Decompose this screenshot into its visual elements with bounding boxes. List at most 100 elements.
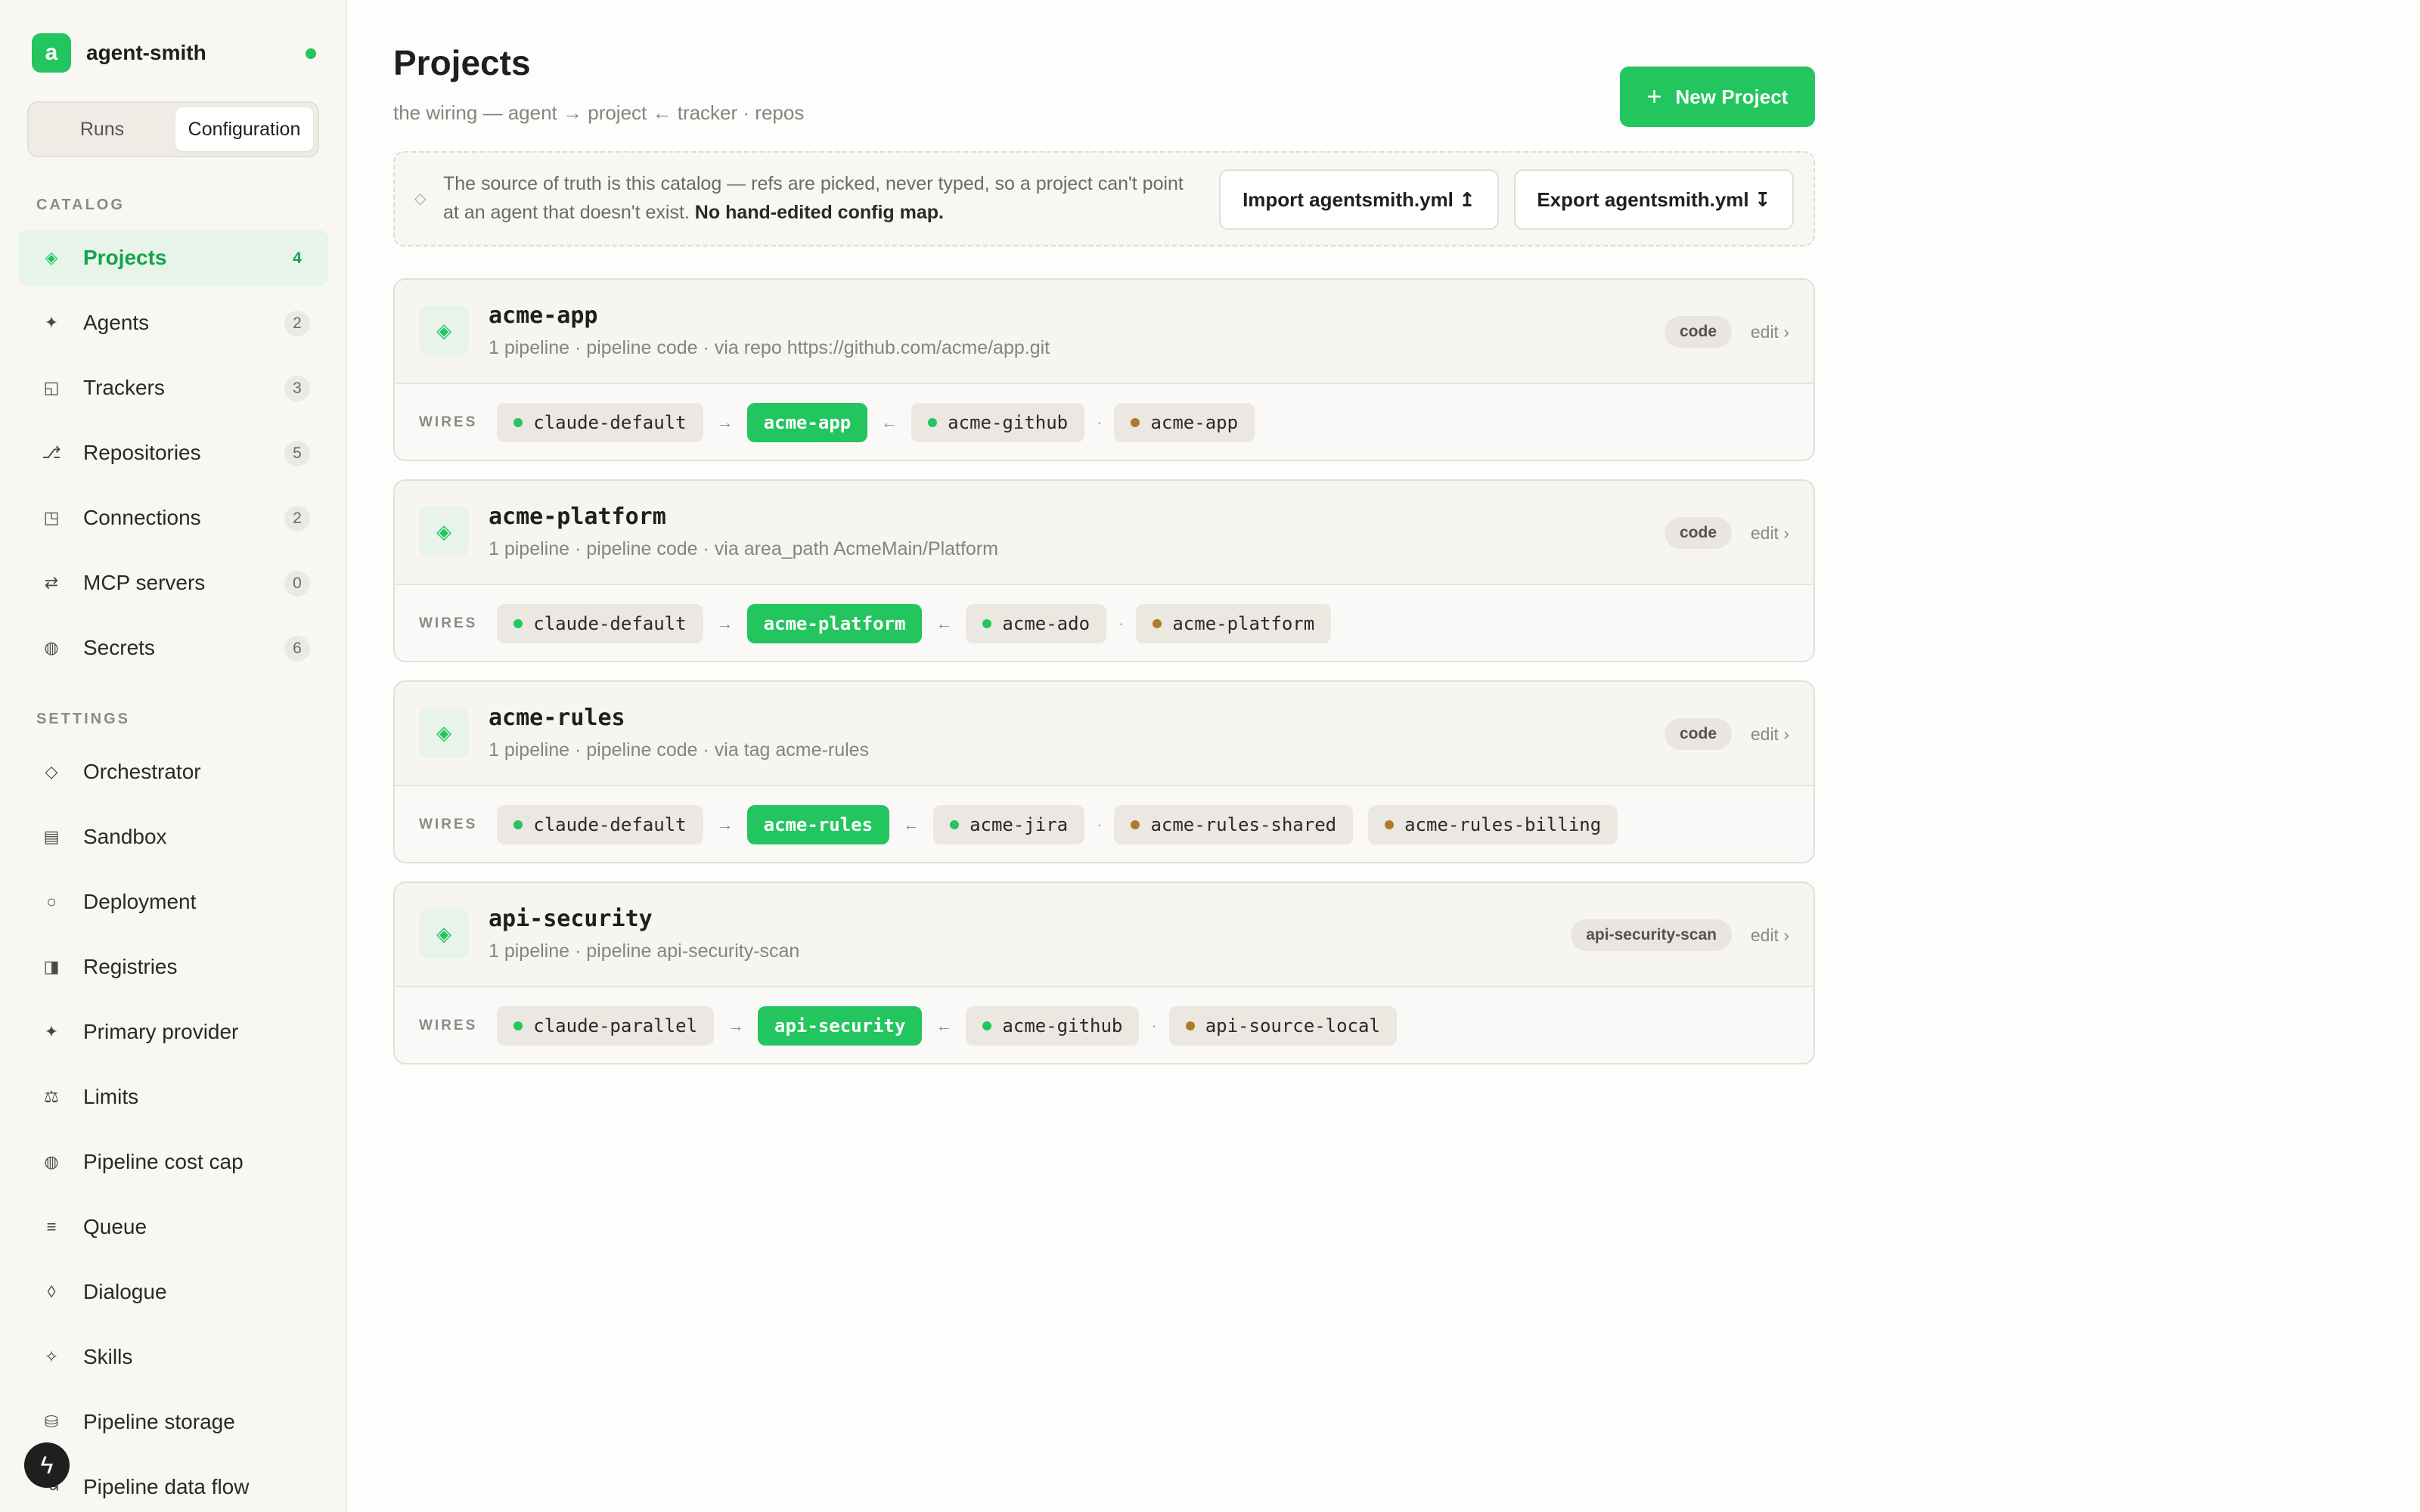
- sparkle-icon: ✦: [44, 313, 59, 332]
- tracker-chip[interactable]: acme-jira: [933, 805, 1085, 844]
- sidebar-item-skills[interactable]: ✧ Skills: [18, 1329, 328, 1385]
- status-dot: [513, 619, 523, 628]
- repo-chip[interactable]: acme-platform: [1136, 604, 1332, 643]
- sidebar-item-connections[interactable]: ◳ Connections 2: [18, 490, 328, 546]
- status-dot: [513, 418, 523, 427]
- agent-name: claude-default: [533, 412, 687, 433]
- tracker-icon: ◱: [43, 378, 60, 397]
- project-meta: 1 pipeline · pipeline code · via tag acm…: [489, 739, 870, 761]
- status-dot: [982, 1021, 992, 1030]
- status-dot: [1185, 1021, 1195, 1030]
- repo-chip[interactable]: acme-rules-shared: [1114, 805, 1354, 844]
- sidebar-item-agents[interactable]: ✦ Agents 2: [18, 295, 328, 351]
- arrow-right-icon: →: [728, 1016, 745, 1035]
- separator-dot: ·: [1151, 1016, 1157, 1035]
- view-switcher: Runs Configuration: [27, 101, 319, 157]
- pipeline-badge: api-security-scan: [1571, 919, 1732, 951]
- diamond-icon: ◈: [419, 305, 469, 355]
- project-meta: 1 pipeline · pipeline api-security-scan: [489, 940, 800, 962]
- project-card-acme-platform[interactable]: ◈ acme-platform 1 pipeline · pipeline co…: [393, 479, 1815, 662]
- project-chip[interactable]: acme-app: [746, 403, 868, 442]
- tracker-chip[interactable]: acme-github: [966, 1006, 1140, 1046]
- separator-dot: ·: [1097, 815, 1103, 834]
- export-button[interactable]: Export agentsmith.yml ↧: [1514, 169, 1794, 230]
- info-diamond-icon: ◇: [414, 191, 427, 207]
- status-dot: [1131, 418, 1140, 427]
- tracker-name: acme-github: [1002, 1015, 1123, 1036]
- edit-link[interactable]: edit ›: [1751, 724, 1789, 745]
- page-title: Projects: [393, 43, 531, 82]
- sidebar-item-repositories[interactable]: ⎇ Repositories 5: [18, 425, 328, 481]
- status-dot: [306, 48, 316, 59]
- edit-link[interactable]: edit ›: [1751, 925, 1789, 946]
- project-card-acme-app[interactable]: ◈ acme-app 1 pipeline · pipeline code · …: [393, 278, 1815, 461]
- sidebar-item-label: Connections: [83, 506, 201, 529]
- edit-link[interactable]: edit ›: [1751, 322, 1789, 342]
- import-button[interactable]: Import agentsmith.yml ↥: [1219, 169, 1499, 230]
- count-badge: 2: [284, 506, 310, 531]
- connection-icon: ◳: [43, 508, 60, 527]
- skills-icon: ✧: [44, 1347, 59, 1366]
- sidebar-item-secrets[interactable]: ◍ Secrets 6: [18, 620, 328, 676]
- sidebar-item-label: Limits: [83, 1085, 139, 1108]
- project-card-acme-rules[interactable]: ◈ acme-rules 1 pipeline · pipeline code …: [393, 680, 1815, 863]
- tab-configuration[interactable]: Configuration: [175, 107, 313, 151]
- page-subtitle: the wiring — agent → project ← tracker ·…: [393, 101, 805, 124]
- project-card-api-security[interactable]: ◈ api-security 1 pipeline · pipeline api…: [393, 881, 1815, 1064]
- sidebar: a agent-smith Runs Configuration CATALOG…: [0, 0, 347, 1512]
- project-chip[interactable]: acme-rules: [746, 805, 890, 844]
- status-dot: [950, 820, 960, 829]
- bolt-icon[interactable]: ϟ: [24, 1442, 70, 1488]
- scale-icon: ⚖: [44, 1087, 59, 1106]
- sidebar-item-label: MCP servers: [83, 571, 206, 594]
- project-name: api-security: [489, 906, 653, 932]
- sidebar-item-mcp-servers[interactable]: ⇄ MCP servers 0: [18, 555, 328, 611]
- agent-chip[interactable]: claude-default: [497, 604, 703, 643]
- tracker-chip[interactable]: acme-github: [911, 403, 1085, 442]
- repo-name: api-source-local: [1205, 1015, 1380, 1036]
- sidebar-item-queue[interactable]: ≡ Queue: [18, 1199, 328, 1255]
- tracker-chip[interactable]: acme-ado: [966, 604, 1107, 643]
- sidebar-item-deployment[interactable]: ○ Deployment: [18, 874, 328, 930]
- repo-chip[interactable]: api-source-local: [1168, 1006, 1397, 1046]
- repo-name: acme-platform: [1172, 613, 1315, 634]
- agent-chip[interactable]: claude-default: [497, 805, 703, 844]
- sidebar-item-pipeline-cost-cap[interactable]: ◍ Pipeline cost cap: [18, 1134, 328, 1190]
- sidebar-item-label: Agents: [83, 311, 150, 334]
- sidebar-item-trackers[interactable]: ◱ Trackers 3: [18, 360, 328, 416]
- sidebar-item-limits[interactable]: ⚖ Limits: [18, 1069, 328, 1125]
- separator-dot: ·: [1097, 413, 1103, 432]
- card-header: ◈ acme-app 1 pipeline · pipeline code · …: [395, 280, 1813, 383]
- tab-runs[interactable]: Runs: [33, 107, 171, 151]
- repo-chip[interactable]: acme-app: [1114, 403, 1255, 442]
- wires-label: WIRES: [419, 816, 478, 832]
- agent-name: claude-default: [533, 814, 687, 835]
- edit-link[interactable]: edit ›: [1751, 523, 1789, 544]
- status-dot: [513, 820, 523, 829]
- agent-chip[interactable]: claude-default: [497, 403, 703, 442]
- sidebar-item-label: Pipeline storage: [83, 1410, 235, 1433]
- sidebar-item-sandbox[interactable]: ▤ Sandbox: [18, 809, 328, 865]
- status-dot: [1153, 619, 1162, 628]
- sidebar-item-registries[interactable]: ◨ Registries: [18, 939, 328, 995]
- count-badge: 2: [284, 311, 310, 336]
- sidebar-item-label: Repositories: [83, 441, 201, 464]
- sidebar-item-primary-provider[interactable]: ✦ Primary provider: [18, 1004, 328, 1060]
- wires-row: WIRES claude-default → acme-rules ← acme…: [395, 785, 1813, 862]
- repo-name: acme-rules-billing: [1404, 814, 1602, 835]
- agent-chip[interactable]: claude-parallel: [497, 1006, 715, 1046]
- wires-row: WIRES claude-default → acme-app ← acme-g…: [395, 383, 1813, 460]
- count-badge: 0: [284, 571, 310, 596]
- new-project-button[interactable]: + New Project: [1620, 67, 1815, 127]
- brand[interactable]: a agent-smith: [32, 33, 319, 73]
- sidebar-item-dialogue[interactable]: ◊ Dialogue: [18, 1264, 328, 1320]
- sidebar-item-pipeline-storage[interactable]: ⛁ Pipeline storage: [18, 1394, 328, 1450]
- count-badge: 6: [284, 636, 310, 662]
- wires-row: WIRES claude-parallel → api-security ← a…: [395, 986, 1813, 1063]
- project-chip[interactable]: api-security: [758, 1006, 923, 1046]
- sidebar-item-orchestrator[interactable]: ◇ Orchestrator: [18, 744, 328, 800]
- project-chip[interactable]: acme-platform: [746, 604, 923, 643]
- repo-chip[interactable]: acme-rules-billing: [1368, 805, 1618, 844]
- tracker-name: acme-ado: [1002, 613, 1091, 634]
- sidebar-item-projects[interactable]: ◈ Projects 4: [18, 230, 328, 286]
